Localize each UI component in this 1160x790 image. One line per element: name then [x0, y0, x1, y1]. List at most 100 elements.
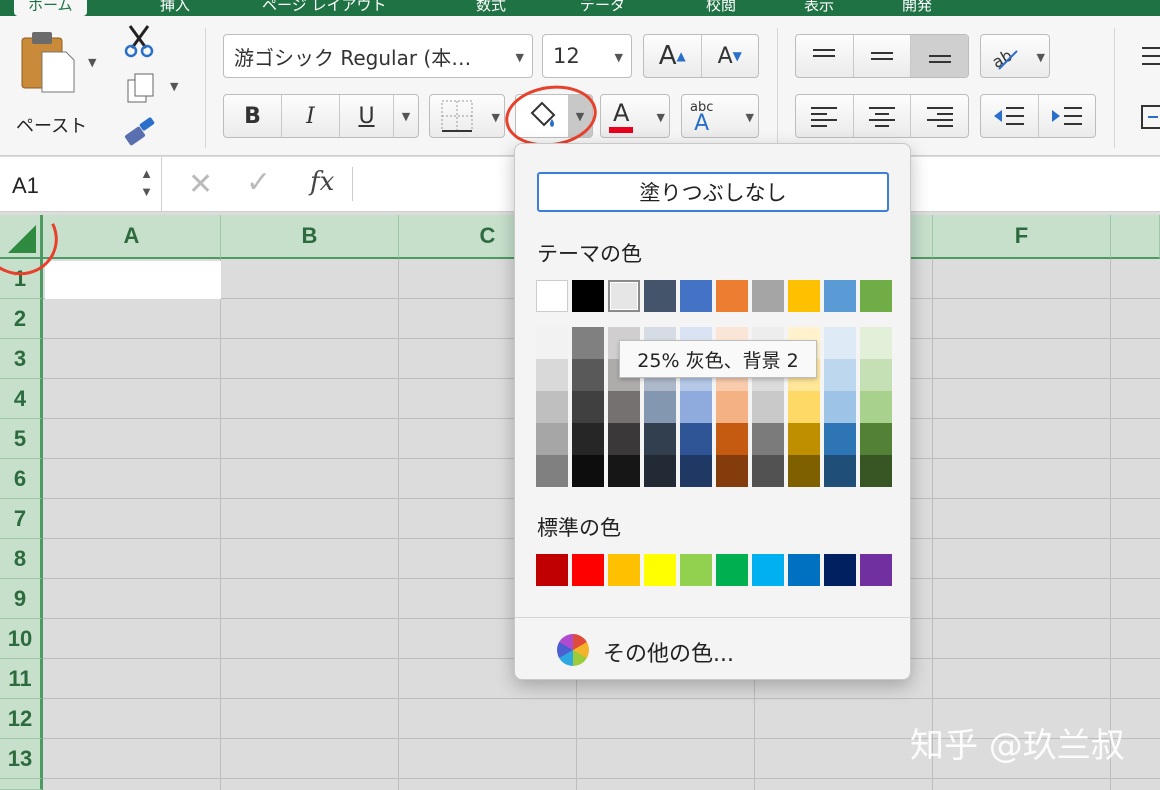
orientation-button[interactable]: ab ▼ — [980, 34, 1050, 78]
merge-cells-icon[interactable] — [1138, 102, 1160, 132]
theme-shade-swatch[interactable] — [716, 423, 748, 455]
column-header-b[interactable]: B — [221, 215, 399, 259]
enter-icon[interactable]: ✓ — [246, 165, 271, 200]
theme-shade-swatch[interactable] — [788, 423, 820, 455]
theme-shade-swatch[interactable] — [608, 455, 640, 487]
standard-color-swatch[interactable] — [788, 554, 820, 586]
theme-shade-swatch[interactable] — [536, 423, 568, 455]
row-header[interactable]: 7 — [0, 499, 43, 539]
theme-shade-swatch[interactable] — [860, 391, 892, 423]
theme-shade-swatch[interactable] — [824, 455, 856, 487]
italic-button[interactable]: I — [282, 95, 340, 137]
underline-dropdown[interactable]: ▼ — [394, 95, 418, 137]
theme-color-swatch[interactable] — [536, 280, 568, 312]
theme-shade-swatch[interactable] — [860, 455, 892, 487]
font-color-button[interactable]: A ▼ — [600, 94, 670, 138]
more-colors-button[interactable]: その他の色... — [515, 617, 912, 679]
tab-home[interactable]: ホーム — [14, 0, 87, 16]
column-header-g[interactable] — [1111, 215, 1160, 259]
row-header[interactable]: 6 — [0, 459, 43, 499]
theme-shade-swatch[interactable] — [860, 359, 892, 391]
standard-color-swatch[interactable] — [680, 554, 712, 586]
theme-color-swatch[interactable] — [572, 280, 604, 312]
column-header-a[interactable]: A — [43, 215, 221, 259]
column-header-f[interactable]: F — [933, 215, 1111, 259]
theme-shade-swatch[interactable] — [716, 455, 748, 487]
no-fill-button[interactable]: 塗りつぶしなし — [537, 172, 889, 212]
standard-color-swatch[interactable] — [824, 554, 856, 586]
cut-icon[interactable] — [124, 24, 154, 58]
tab-formulas[interactable]: 数式 — [476, 0, 506, 16]
standard-color-swatch[interactable] — [644, 554, 676, 586]
row-header[interactable]: 9 — [0, 579, 43, 619]
theme-color-swatch[interactable] — [860, 280, 892, 312]
theme-shade-swatch[interactable] — [608, 423, 640, 455]
standard-color-swatch[interactable] — [752, 554, 784, 586]
theme-shade-swatch[interactable] — [644, 391, 676, 423]
theme-shade-swatch[interactable] — [716, 391, 748, 423]
copy-icon[interactable] — [126, 72, 156, 104]
theme-shade-swatch[interactable] — [680, 455, 712, 487]
phonetic-button[interactable]: abc A ▼ — [681, 94, 759, 138]
theme-shade-swatch[interactable] — [536, 327, 568, 359]
theme-shade-swatch[interactable] — [644, 455, 676, 487]
row-header[interactable]: 2 — [0, 299, 43, 339]
theme-shade-swatch[interactable] — [824, 423, 856, 455]
theme-shade-swatch[interactable] — [572, 391, 604, 423]
row-header[interactable]: 12 — [0, 699, 43, 739]
row-header[interactable]: 13 — [0, 739, 43, 779]
theme-color-swatch[interactable] — [608, 280, 640, 312]
theme-color-swatch[interactable] — [788, 280, 820, 312]
standard-color-swatch[interactable] — [608, 554, 640, 586]
copy-dropdown-arrow[interactable]: ▼ — [170, 80, 178, 93]
standard-color-swatch[interactable] — [536, 554, 568, 586]
row-header[interactable] — [0, 779, 43, 790]
tab-data[interactable]: データ — [580, 0, 625, 16]
underline-button[interactable]: U — [340, 95, 394, 137]
row-header[interactable]: 11 — [0, 659, 43, 699]
theme-color-swatch[interactable] — [716, 280, 748, 312]
standard-color-swatch[interactable] — [860, 554, 892, 586]
theme-shade-swatch[interactable] — [752, 391, 784, 423]
theme-shade-swatch[interactable] — [572, 359, 604, 391]
tab-view[interactable]: 表示 — [804, 0, 834, 16]
row-header[interactable]: 10 — [0, 619, 43, 659]
borders-button[interactable]: ▼ — [429, 94, 505, 138]
theme-shade-swatch[interactable] — [860, 423, 892, 455]
row-header[interactable]: 3 — [0, 339, 43, 379]
theme-shade-swatch[interactable] — [680, 423, 712, 455]
font-name-select[interactable]: 游ゴシック Regular (本… ▼ — [223, 34, 533, 78]
row-header[interactable]: 5 — [0, 419, 43, 459]
theme-shade-swatch[interactable] — [572, 455, 604, 487]
standard-color-swatch[interactable] — [716, 554, 748, 586]
theme-shade-swatch[interactable] — [824, 359, 856, 391]
row-header[interactable]: 8 — [0, 539, 43, 579]
tab-page-layout[interactable]: ページ レイアウト — [262, 0, 386, 16]
increase-indent-button[interactable] — [1039, 95, 1096, 137]
wrap-text-icon[interactable] — [1138, 42, 1160, 70]
insert-function-button[interactable]: fx — [310, 167, 334, 197]
align-left-button[interactable] — [796, 95, 854, 137]
font-size-select[interactable]: 12 ▼ — [542, 34, 632, 78]
paste-button[interactable]: ペースト — [10, 26, 90, 137]
align-bottom-button[interactable] — [911, 35, 968, 77]
theme-shade-swatch[interactable] — [860, 327, 892, 359]
theme-color-swatch[interactable] — [680, 280, 712, 312]
tab-developer[interactable]: 開発 — [902, 0, 932, 16]
theme-shade-swatch[interactable] — [644, 423, 676, 455]
cancel-icon[interactable]: ✕ — [188, 167, 213, 202]
theme-shade-swatch[interactable] — [536, 359, 568, 391]
align-right-button[interactable] — [911, 95, 968, 137]
theme-shade-swatch[interactable] — [572, 327, 604, 359]
theme-shade-swatch[interactable] — [680, 391, 712, 423]
align-middle-button[interactable] — [854, 35, 912, 77]
name-box-stepper-icon[interactable]: ▲ ▼ — [140, 165, 153, 201]
paste-dropdown-arrow[interactable]: ▼ — [88, 56, 96, 69]
decrease-font-size-button[interactable]: A ▼ — [702, 35, 759, 77]
format-painter-icon[interactable] — [124, 116, 158, 146]
align-top-button[interactable] — [796, 35, 854, 77]
theme-color-swatch[interactable] — [824, 280, 856, 312]
theme-color-swatch[interactable] — [752, 280, 784, 312]
theme-shade-swatch[interactable] — [536, 391, 568, 423]
theme-shade-swatch[interactable] — [788, 391, 820, 423]
